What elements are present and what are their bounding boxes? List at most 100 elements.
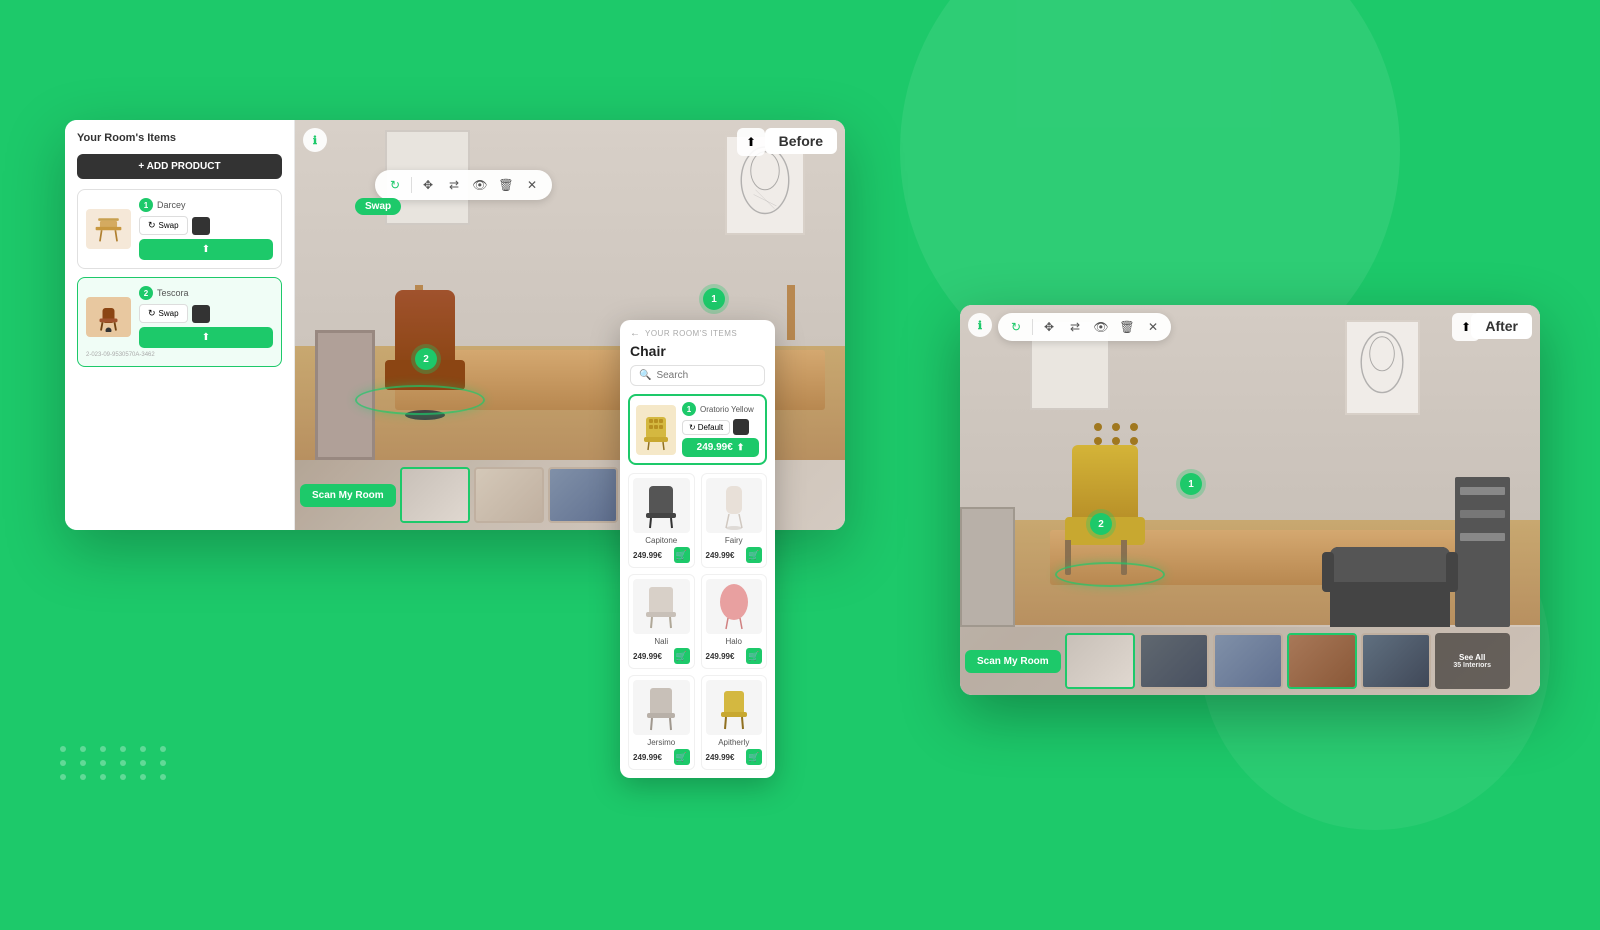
action-button-tescora[interactable]: ⬆ <box>139 327 273 348</box>
after-toolbar-move[interactable]: ✥ <box>1039 317 1059 337</box>
cart-button-jersimo[interactable]: 🛒 <box>674 749 690 765</box>
selected-product-card: 1 Oratorio Yellow ↻ Default 249.99€ ⬆ <box>628 394 767 465</box>
product-num-2: 2 <box>139 286 153 300</box>
color-button-tescora[interactable] <box>192 305 210 323</box>
color-button-darcey[interactable] <box>192 217 210 235</box>
panel-search-bar: 🔍 <box>630 365 765 386</box>
after-panel: 1 2 ↻ ✥ ⇄ 👁 🗑 ✕ ℹ ⬆ After Scan My Room <box>960 305 1540 695</box>
after-item-marker-2: 2 <box>1090 513 1112 535</box>
cart-button-apitherly[interactable]: 🛒 <box>746 749 762 765</box>
see-all-box[interactable]: See All 35 Interiors <box>1435 633 1510 689</box>
toolbar-rotate-icon[interactable]: ↻ <box>385 175 405 195</box>
selected-product-name: Oratorio Yellow <box>700 405 754 414</box>
after-chair-glow <box>1055 562 1165 587</box>
toolbar-close-icon[interactable]: ✕ <box>522 175 542 195</box>
product-name-darcey: Darcey <box>157 200 186 210</box>
cart-button-nali[interactable]: 🛒 <box>674 648 690 664</box>
item-marker-2: 2 <box>415 348 437 370</box>
selected-product-img <box>636 405 676 455</box>
swap-icon: ↻ <box>148 220 156 231</box>
back-arrow[interactable]: ← <box>630 328 640 339</box>
thumbnail-3[interactable] <box>548 467 618 523</box>
grid-product-apitherly: Apitherly 249.99€ 🛒 <box>701 675 768 770</box>
selected-product-num: 1 <box>682 402 696 416</box>
search-input[interactable] <box>656 370 756 381</box>
grid-product-img-fairy <box>706 478 763 533</box>
grid-product-price-capitone: 249.99€ <box>633 551 662 560</box>
after-thumb-2[interactable] <box>1139 633 1209 689</box>
sidebar: Your Room's Items + ADD PRODUCT 1 <box>65 120 295 530</box>
swap-icon-2: ↻ <box>148 308 156 319</box>
after-item-marker-1: 1 <box>1180 473 1202 495</box>
grid-product-name-halo: Halo <box>706 637 763 646</box>
price-share-icon: ⬆ <box>737 442 745 453</box>
info-button[interactable]: ℹ <box>303 128 327 152</box>
product-panel: ← YOUR ROOM'S ITEMS Chair 🔍 <box>620 320 775 778</box>
search-icon: 🔍 <box>639 370 651 381</box>
grid-product-name-fairy: Fairy <box>706 536 763 545</box>
after-thumb-4[interactable] <box>1287 633 1357 689</box>
add-product-button[interactable]: + ADD PRODUCT <box>77 154 282 179</box>
item-marker-1: 1 <box>703 288 725 310</box>
grid-product-price-halo: 249.99€ <box>706 652 735 661</box>
swap-button-darcey[interactable]: ↻ Swap <box>139 216 188 235</box>
grid-product-price-apitherly: 249.99€ <box>706 753 735 762</box>
toolbar-view-icon[interactable]: 👁 <box>470 175 490 195</box>
share-button[interactable]: ⬆ <box>737 128 765 156</box>
product-num-1: 1 <box>139 198 153 212</box>
selected-price-button[interactable]: 249.99€ ⬆ <box>682 438 759 457</box>
scan-room-button[interactable]: Scan My Room <box>300 484 396 507</box>
grid-product-name-capitone: Capitone <box>633 536 690 545</box>
share-icon-2: ⬆ <box>202 332 210 343</box>
after-thumb-1[interactable] <box>1065 633 1135 689</box>
after-toolbar-rotate[interactable]: ↻ <box>1006 317 1026 337</box>
yellow-chair-back <box>1072 445 1138 520</box>
bookshelf <box>1455 477 1510 627</box>
product-id: 2-023-09-9530570A-3462 <box>86 352 273 358</box>
product-controls-tescora: 2 Tescora ↻ Swap ⬆ <box>139 286 273 348</box>
default-button[interactable]: ↻ Default <box>682 420 730 435</box>
grid-product-img-apitherly <box>706 680 763 735</box>
after-thumb-3[interactable] <box>1213 633 1283 689</box>
after-door <box>960 507 1015 627</box>
swap-bubble: Swap <box>355 198 401 215</box>
cart-button-capitone[interactable]: 🛒 <box>674 547 690 563</box>
after-scan-room-button[interactable]: Scan My Room <box>965 650 1061 673</box>
cart-button-halo[interactable]: 🛒 <box>746 648 762 664</box>
cart-button-fairy[interactable]: 🛒 <box>746 547 762 563</box>
grid-product-img-capitone <box>633 478 690 533</box>
panel-title: Chair <box>620 343 775 365</box>
thumbnail-1[interactable] <box>400 467 470 523</box>
after-toolbar-swap[interactable]: ⇄ <box>1065 317 1085 337</box>
chair-glow-circle <box>355 385 485 415</box>
share-icon-before: ⬆ <box>746 135 756 149</box>
toolbar-delete-icon[interactable]: 🗑 <box>496 175 516 195</box>
after-toolbar-view[interactable]: 👁 <box>1091 317 1111 337</box>
grid-product-name-jersimo: Jersimo <box>633 738 690 747</box>
grid-product-price-fairy: 249.99€ <box>706 551 735 560</box>
action-button-darcey[interactable]: ⬆ <box>139 239 273 260</box>
before-label: Before <box>765 128 837 154</box>
panel-header-label: YOUR ROOM'S ITEMS <box>645 329 737 338</box>
swap-icon-default: ↻ <box>689 423 696 432</box>
see-all-label: See All <box>1459 653 1485 662</box>
after-toolbar-delete[interactable]: 🗑 <box>1117 317 1137 337</box>
after-toolbar-close[interactable]: ✕ <box>1143 317 1163 337</box>
selected-color-btn[interactable] <box>733 419 749 435</box>
yellow-chair-buttons <box>1094 423 1142 445</box>
after-thumb-5[interactable] <box>1361 633 1431 689</box>
after-info-button[interactable]: ℹ <box>968 313 992 337</box>
swap-button-tescora[interactable]: ↻ Swap <box>139 304 188 323</box>
after-artwork <box>1345 320 1420 415</box>
sofa <box>1330 547 1450 627</box>
grid-product-img-nali <box>633 579 690 634</box>
grid-product-img-jersimo <box>633 680 690 735</box>
grid-product-name-nali: Nali <box>633 637 690 646</box>
product-grid: Capitone 249.99€ 🛒 Fairy <box>628 473 767 778</box>
grid-product-img-halo <box>706 579 763 634</box>
thumbnail-2[interactable] <box>474 467 544 523</box>
after-room-view: 1 2 ↻ ✥ ⇄ 👁 🗑 ✕ ℹ ⬆ After Scan My Room <box>960 305 1540 695</box>
grid-product-capitone: Capitone 249.99€ 🛒 <box>628 473 695 568</box>
toolbar-move-icon[interactable]: ✥ <box>418 175 438 195</box>
toolbar-swap-icon[interactable]: ⇄ <box>444 175 464 195</box>
